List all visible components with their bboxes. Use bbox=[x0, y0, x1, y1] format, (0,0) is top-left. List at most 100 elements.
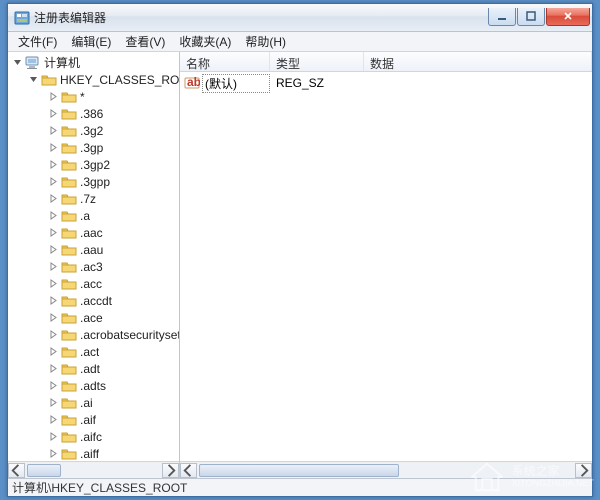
expand-toggle-icon[interactable] bbox=[48, 431, 59, 442]
expand-toggle-icon[interactable] bbox=[48, 380, 59, 391]
column-name[interactable]: 名称 bbox=[180, 52, 270, 71]
menu-view[interactable]: 查看(V) bbox=[119, 31, 171, 52]
folder-icon bbox=[61, 345, 77, 359]
folder-icon bbox=[61, 141, 77, 155]
expand-toggle-icon[interactable] bbox=[48, 448, 59, 459]
string-value-icon: ab bbox=[184, 75, 200, 91]
window-title: 注册表编辑器 bbox=[34, 9, 487, 26]
tree-node[interactable]: .aac bbox=[10, 224, 179, 241]
expand-toggle-icon[interactable] bbox=[48, 312, 59, 323]
window-buttons bbox=[487, 8, 590, 28]
tree-label: .act bbox=[80, 345, 99, 359]
tree-node[interactable]: HKEY_CLASSES_ROOT bbox=[10, 71, 179, 88]
scroll-thumb[interactable] bbox=[199, 464, 399, 477]
tree-view[interactable]: 计算机HKEY_CLASSES_ROOT*.386 .3g2 .3gp .3gp2 .3… bbox=[8, 52, 179, 461]
expand-toggle-icon[interactable] bbox=[48, 142, 59, 153]
tree-horizontal-scrollbar[interactable] bbox=[8, 461, 179, 478]
scroll-left-arrow-icon[interactable] bbox=[8, 463, 25, 478]
tree-label: .3gpp bbox=[80, 175, 110, 189]
svg-text:ab: ab bbox=[187, 75, 200, 89]
tree-node[interactable]: .acrobatsecurityset bbox=[10, 326, 179, 343]
tree-node[interactable]: .3gp2 bbox=[10, 156, 179, 173]
tree-node[interactable]: .3g2 bbox=[10, 122, 179, 139]
maximize-button[interactable] bbox=[517, 8, 545, 26]
tree-node[interactable]: .aif bbox=[10, 411, 179, 428]
expand-toggle-icon[interactable] bbox=[48, 363, 59, 374]
tree-node[interactable]: .act bbox=[10, 343, 179, 360]
menu-file[interactable]: 文件(F) bbox=[12, 31, 63, 52]
tree-node[interactable]: .acc bbox=[10, 275, 179, 292]
tree-label: .ac3 bbox=[80, 260, 103, 274]
tree-label: .3gp2 bbox=[80, 158, 110, 172]
tree-node[interactable]: .adt bbox=[10, 360, 179, 377]
scroll-track[interactable] bbox=[25, 463, 162, 478]
scroll-track[interactable] bbox=[197, 463, 575, 478]
list-body[interactable]: ab (默认) REG_SZ bbox=[180, 72, 592, 461]
expand-toggle-icon[interactable] bbox=[48, 397, 59, 408]
tree-node[interactable]: .ac3 bbox=[10, 258, 179, 275]
tree-node[interactable]: 计算机 bbox=[10, 54, 179, 71]
expand-toggle-icon[interactable] bbox=[28, 74, 39, 85]
tree-node[interactable]: .aau bbox=[10, 241, 179, 258]
tree-node[interactable]: .7z bbox=[10, 190, 179, 207]
tree-node[interactable]: .3gp bbox=[10, 139, 179, 156]
minimize-button[interactable] bbox=[488, 8, 516, 26]
tree-node[interactable]: .a bbox=[10, 207, 179, 224]
column-type[interactable]: 类型 bbox=[270, 52, 364, 71]
tree-node[interactable]: * bbox=[10, 88, 179, 105]
menu-edit[interactable]: 编辑(E) bbox=[65, 31, 117, 52]
expand-toggle-icon[interactable] bbox=[48, 125, 59, 136]
expand-toggle-icon[interactable] bbox=[48, 414, 59, 425]
tree-label: 计算机 bbox=[44, 54, 80, 71]
list-item[interactable]: ab (默认) REG_SZ bbox=[184, 74, 588, 92]
tree-node[interactable]: .ai bbox=[10, 394, 179, 411]
tree-node[interactable]: .aiff bbox=[10, 445, 179, 461]
expand-toggle-icon[interactable] bbox=[48, 108, 59, 119]
tree-label: .acc bbox=[80, 277, 102, 291]
folder-icon bbox=[61, 379, 77, 393]
folder-icon bbox=[61, 158, 77, 172]
tree-node[interactable]: .ace bbox=[10, 309, 179, 326]
scroll-right-arrow-icon[interactable] bbox=[162, 463, 179, 478]
list-horizontal-scrollbar[interactable] bbox=[180, 461, 592, 478]
expand-toggle-icon[interactable] bbox=[48, 244, 59, 255]
registry-editor-icon bbox=[14, 10, 30, 26]
tree-node[interactable]: .aifc bbox=[10, 428, 179, 445]
folder-icon bbox=[61, 447, 77, 461]
folder-icon bbox=[61, 294, 77, 308]
expand-toggle-icon[interactable] bbox=[48, 261, 59, 272]
tree-node[interactable]: .accdt bbox=[10, 292, 179, 309]
tree-label: .3g2 bbox=[80, 124, 103, 138]
titlebar[interactable]: 注册表编辑器 bbox=[8, 4, 592, 32]
expand-toggle-icon[interactable] bbox=[48, 210, 59, 221]
tree-label: .3gp bbox=[80, 141, 103, 155]
tree-label: .ace bbox=[80, 311, 103, 325]
scroll-right-arrow-icon[interactable] bbox=[575, 463, 592, 478]
expand-toggle-icon[interactable] bbox=[48, 346, 59, 357]
expand-toggle-icon[interactable] bbox=[48, 329, 59, 340]
tree-node[interactable]: .386 bbox=[10, 105, 179, 122]
folder-icon bbox=[61, 413, 77, 427]
expand-toggle-icon[interactable] bbox=[48, 193, 59, 204]
scroll-thumb[interactable] bbox=[27, 464, 61, 477]
scroll-left-arrow-icon[interactable] bbox=[180, 463, 197, 478]
expand-toggle-icon[interactable] bbox=[48, 159, 59, 170]
menu-help[interactable]: 帮助(H) bbox=[239, 31, 292, 52]
statusbar: 计算机\HKEY_CLASSES_ROOT bbox=[8, 478, 592, 496]
expand-toggle-icon[interactable] bbox=[48, 278, 59, 289]
menu-favorites[interactable]: 收藏夹(A) bbox=[173, 31, 237, 52]
close-button[interactable] bbox=[546, 8, 590, 26]
column-data[interactable]: 数据 bbox=[364, 52, 592, 71]
tree-node[interactable]: .adts bbox=[10, 377, 179, 394]
expand-toggle-icon[interactable] bbox=[12, 57, 23, 68]
value-type: REG_SZ bbox=[270, 76, 364, 90]
expand-toggle-icon[interactable] bbox=[48, 91, 59, 102]
expand-toggle-icon[interactable] bbox=[48, 295, 59, 306]
expand-toggle-icon[interactable] bbox=[48, 176, 59, 187]
tree-node[interactable]: .3gpp bbox=[10, 173, 179, 190]
tree-label: .acrobatsecurityset bbox=[80, 328, 179, 342]
expand-toggle-icon[interactable] bbox=[48, 227, 59, 238]
app-window: 注册表编辑器 文件(F) 编辑(E) 查看(V) 收藏夹(A) 帮助(H) 计算… bbox=[7, 3, 593, 497]
content-area: 计算机HKEY_CLASSES_ROOT*.386 .3g2 .3gp .3gp2 .3… bbox=[8, 52, 592, 478]
folder-icon bbox=[61, 243, 77, 257]
